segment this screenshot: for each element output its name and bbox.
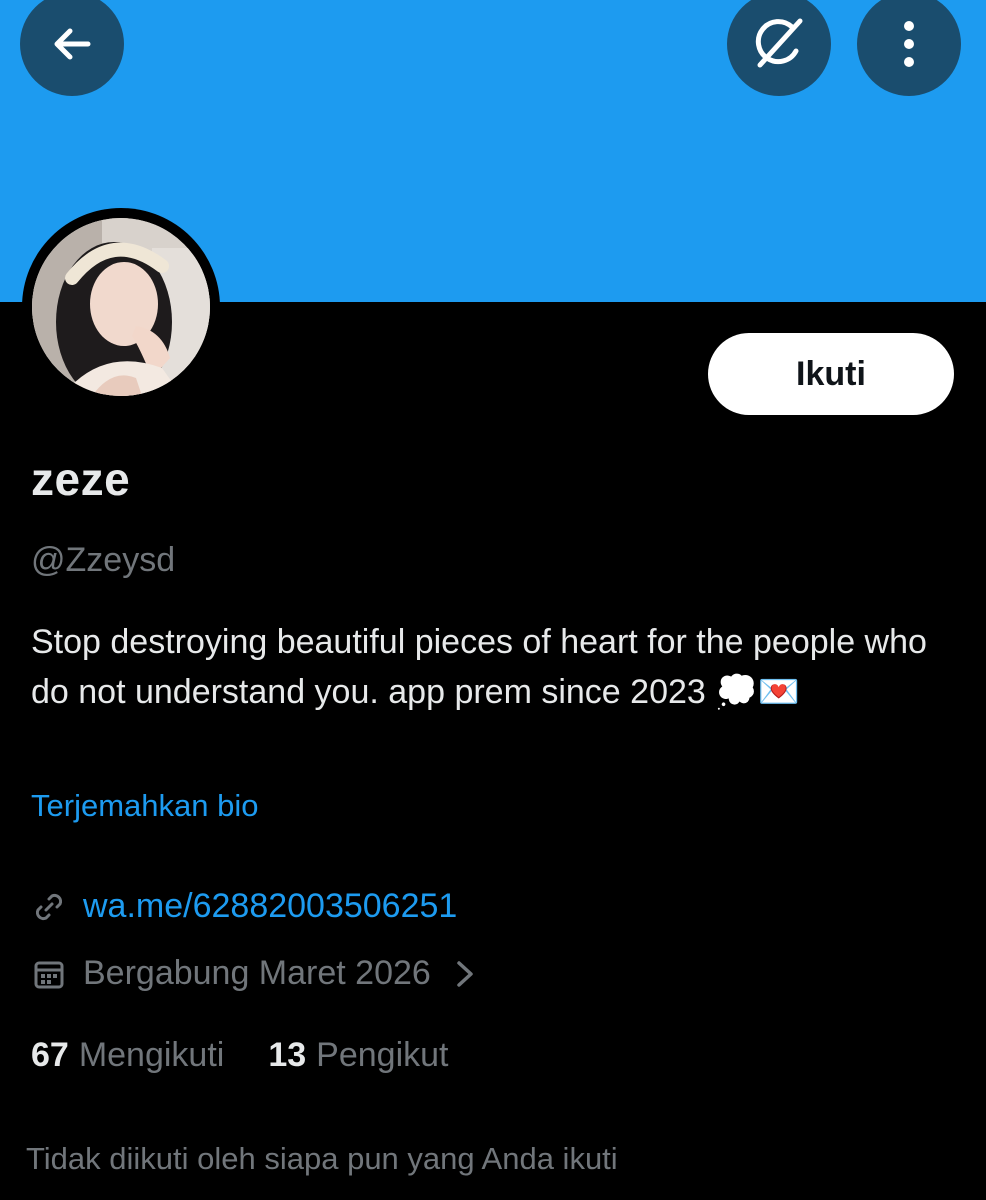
follow-button[interactable]: Ikuti (708, 333, 954, 415)
following-count: 67 (31, 1036, 69, 1074)
grok-icon (755, 18, 803, 68)
username-handle: @Zzeysd (31, 541, 176, 579)
mutual-followers-note: Tidak diikuti oleh siapa pun yang Anda i… (26, 1141, 618, 1176)
joined-date-row[interactable]: Bergabung Maret 2026 (31, 954, 475, 993)
follow-stats: 67 Mengikuti 13 Pengikut (31, 1036, 493, 1075)
profile-link-row[interactable]: wa.me/62882003506251 (31, 887, 457, 926)
avatar (32, 218, 210, 396)
joined-date: Bergabung Maret 2026 (83, 954, 431, 992)
avatar-photo (32, 218, 210, 396)
display-name: zeze (31, 453, 131, 505)
profile-bio: Stop destroying beautiful pieces of hear… (31, 623, 927, 711)
link-icon (31, 889, 67, 925)
followers-stat[interactable]: 13 Pengikut (268, 1036, 448, 1075)
translate-bio-link[interactable]: Terjemahkan bio (31, 788, 258, 824)
profile-link[interactable]: wa.me/62882003506251 (83, 887, 457, 926)
followers-label: Pengikut (316, 1036, 449, 1074)
following-label: Mengikuti (78, 1036, 225, 1074)
calendar-icon (31, 956, 67, 992)
following-stat[interactable]: 67 Mengikuti (31, 1036, 224, 1075)
followers-count: 13 (268, 1036, 307, 1074)
avatar-ring[interactable] (22, 208, 220, 406)
more-vertical-icon (904, 21, 914, 67)
chevron-right-icon (455, 959, 475, 989)
arrow-left-icon (54, 28, 91, 60)
